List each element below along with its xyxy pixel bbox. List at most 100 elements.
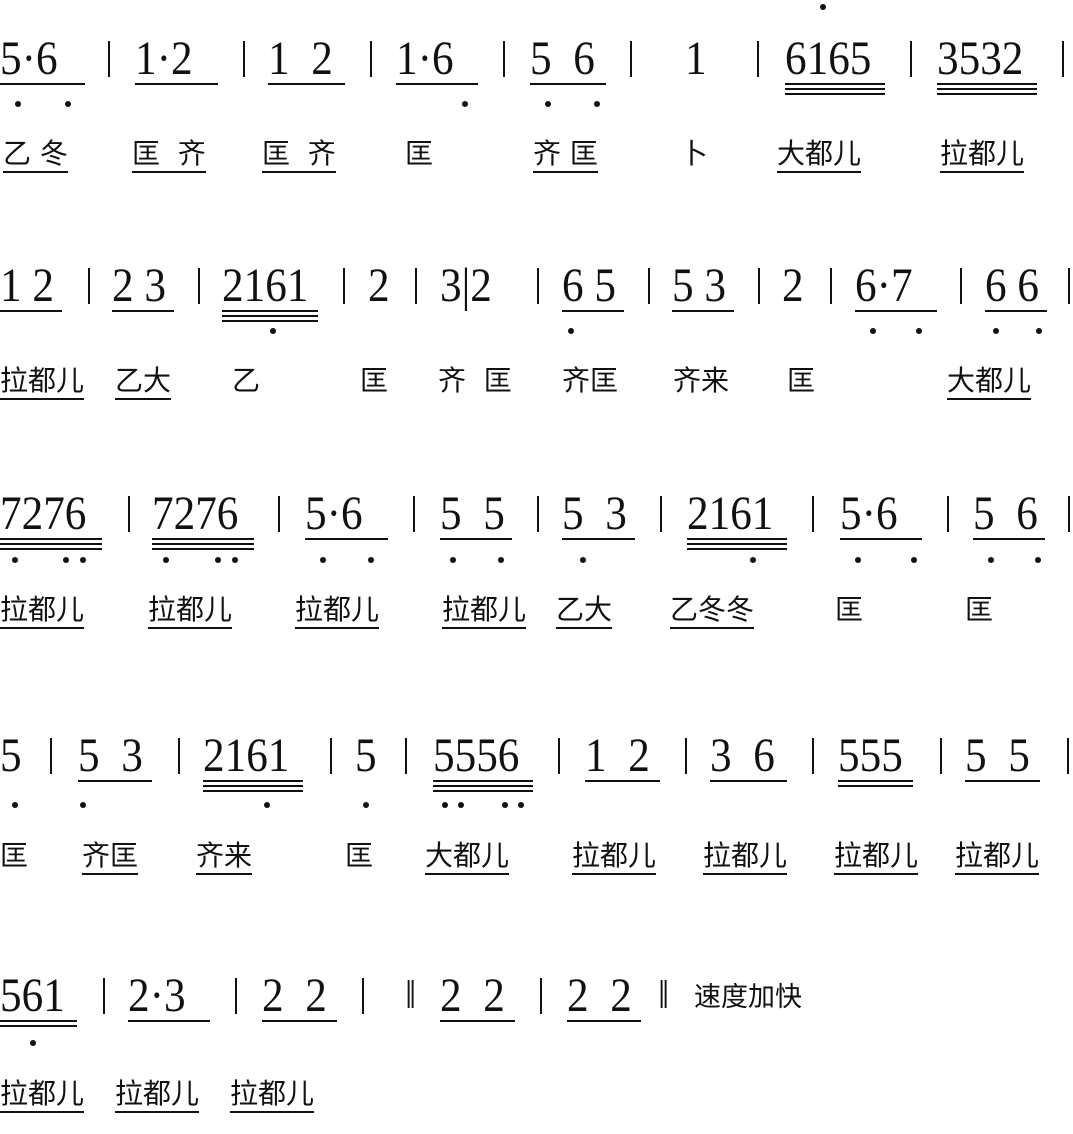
bar-line [330,738,332,774]
beam-underline [785,88,885,90]
percussion-syllable: 拉都儿 [834,840,919,875]
octave-dot [80,557,86,563]
percussion-syllable: 齐匡 [82,840,139,875]
bar-line [415,268,417,304]
measure-notes: 1 2 [585,729,650,782]
beam-underline [203,790,303,792]
octave-dot [270,328,276,334]
octave-dot [462,101,468,107]
percussion-syllable: 乙 冬 [3,138,68,173]
bar-line [1067,738,1069,774]
measure-notes: 5 3 [562,487,627,540]
beam-underline [530,83,606,85]
bar-line [503,41,505,77]
percussion-syllable: 拉都儿 [148,594,233,629]
bar-line [103,978,105,1014]
bar-line [685,738,687,774]
beam-underline [152,538,254,540]
percussion-syllable: 匡 齐 [132,138,206,173]
measure-notes: 5 5 [965,729,1030,782]
measure-notes: 561 [0,969,65,1022]
beam-underline [152,548,254,550]
bar-line [830,268,832,304]
octave-dot [80,802,86,808]
measure-notes: 2 2 [262,969,327,1022]
octave-dot [163,557,169,563]
bar-line [243,41,245,77]
beam-underline [222,320,318,322]
bar-line [278,496,280,532]
jianpu-score: 5·6 1·2 1 2 1·6 5 6 1 6165 3532 乙 冬匡 齐匡 齐匡齐 匡卜大都… [0,0,1073,1134]
percussion-syllable: 拉都儿 [703,840,788,875]
measure-notes: 2161 [222,259,309,312]
measure-notes: 2161 [203,729,290,782]
bar-line [537,268,539,304]
double-bar-line: ‖ [658,972,670,1017]
octave-dot [320,557,326,563]
beam-underline [838,780,913,782]
beam-underline [855,310,937,312]
octave-dot [988,557,994,563]
bar-line [343,268,345,304]
octave-dot [368,557,374,563]
beam-underline [203,785,303,787]
bar-line [812,496,814,532]
bar-line [405,738,407,774]
octave-dot [30,1040,36,1046]
measure-notes: 1·6 [396,32,454,85]
beam-underline [562,538,635,540]
beam-underline [687,538,787,540]
octave-dot [442,802,448,808]
percussion-syllable: 拉都儿 [955,840,1040,875]
octave-dot [594,101,600,107]
bar-line [648,268,650,304]
beam-underline [0,548,102,550]
bar-line [940,738,942,774]
beam-underline [440,1020,515,1022]
percussion-syllable: 齐 匡 [438,364,512,397]
percussion-syllable: 匡 [835,593,864,626]
percussion-syllable: 拉都儿 [0,365,85,400]
beam-underline [562,310,624,312]
percussion-syllable: 齐匡 [562,364,619,397]
percussion-syllable: 乙冬冬 [670,594,755,629]
bar-line [660,496,662,532]
octave-dot [458,802,464,808]
measure-notes: 5 6 [973,487,1038,540]
bar-line [537,496,539,532]
percussion-syllable: 齐来 [196,840,253,875]
bar-line [947,496,949,532]
octave-dot [545,101,551,107]
beam-underline [965,780,1040,782]
percussion-syllable: 大都儿 [425,840,510,875]
beam-underline [785,93,885,95]
octave-dot [502,802,508,808]
bar-line [758,268,760,304]
octave-dot [15,101,21,107]
bar-line [1068,496,1070,532]
beam-underline [687,548,787,550]
beam-underline [0,543,102,545]
measure-notes: 5 3 [78,729,143,782]
octave-dot [12,802,18,808]
percussion-syllable: 乙 [232,364,261,397]
octave-dot [65,101,71,107]
beam-underline [305,538,388,540]
beam-underline [262,1020,337,1022]
octave-dot [916,328,922,334]
measure-notes: 3|2 [440,259,492,312]
measure-notes: 1·2 [135,32,193,85]
bar-line [540,978,542,1014]
beam-underline [0,1020,77,1022]
beam-underline [433,785,533,787]
measure-notes: 1 2 [0,259,54,312]
beam-underline [0,1025,77,1027]
percussion-syllable: 卜 [680,137,709,170]
beam-underline [710,780,787,782]
percussion-syllable: 齐来 [673,364,730,397]
double-bar-line: ‖ [405,972,417,1017]
octave-dot [232,557,238,563]
beam-underline [396,83,478,85]
percussion-syllable: 拉都儿 [230,1078,315,1113]
beam-underline [585,780,660,782]
